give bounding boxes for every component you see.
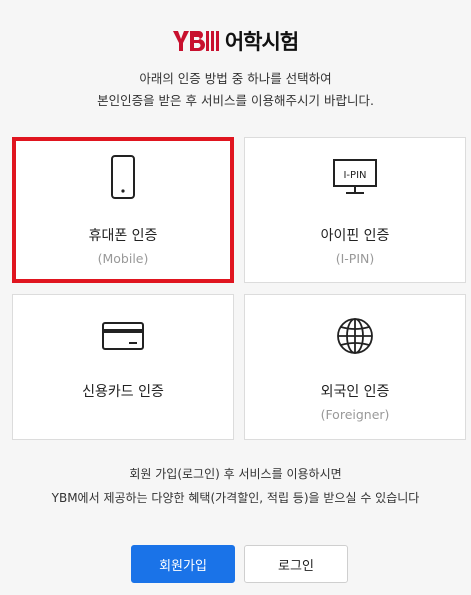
method-title: 휴대폰 인증: [88, 228, 158, 244]
globe-icon: [245, 317, 465, 355]
login-button[interactable]: 로그인: [244, 545, 348, 583]
method-subtitle: (Mobile): [97, 251, 149, 266]
mobile-phone-icon: [16, 155, 230, 199]
ybm-logo-mark: [172, 29, 221, 53]
logo-text: 어학시험: [224, 30, 299, 54]
method-card-mobile[interactable]: 휴대폰 인증 (Mobile): [12, 137, 234, 283]
method-card-foreigner[interactable]: 외국인 인증 (Foreigner): [244, 294, 466, 440]
method-subtitle: (I-PIN): [335, 251, 375, 266]
method-title: 신용카드 인증: [82, 384, 164, 400]
notice-line-2: YBM에서 제공하는 다양한 혜택(가격할인, 적립 등)을 받으실 수 있습니…: [51, 491, 420, 505]
method-card-ipin[interactable]: I-PIN 아이핀 인증 (I-PIN): [244, 137, 466, 283]
identity-verification-page: 어학시험 아래의 인증 방법 중 하나를 선택하여 본인인증을 받은 후 서비스…: [0, 0, 471, 595]
intro-text: 아래의 인증 방법 중 하나를 선택하여 본인인증을 받은 후 서비스를 이용해…: [0, 68, 471, 112]
method-title: 아이핀 인증: [320, 228, 390, 244]
intro-line-1: 아래의 인증 방법 중 하나를 선택하여: [139, 71, 332, 86]
signup-button[interactable]: 회원가입: [131, 545, 235, 583]
ipin-icon-label: I-PIN: [343, 170, 366, 181]
method-title: 외국인 인증: [320, 384, 390, 400]
ybm-logo: 어학시험: [0, 26, 471, 56]
credit-card-icon: [13, 321, 233, 351]
ipin-monitor-icon: I-PIN: [245, 158, 465, 196]
ybm-logo-icon: [172, 31, 219, 51]
method-subtitle: (Foreigner): [320, 407, 390, 422]
intro-line-2: 본인인증을 받은 후 서비스를 이용해주시기 바랍니다.: [97, 93, 374, 108]
notice-line-1: 회원 가입(로그인) 후 서비스를 이용하시면: [129, 467, 342, 481]
member-benefit-notice: 회원 가입(로그인) 후 서비스를 이용하시면 YBM에서 제공하는 다양한 혜…: [0, 462, 471, 510]
method-card-credit-card[interactable]: 신용카드 인증: [12, 294, 234, 440]
